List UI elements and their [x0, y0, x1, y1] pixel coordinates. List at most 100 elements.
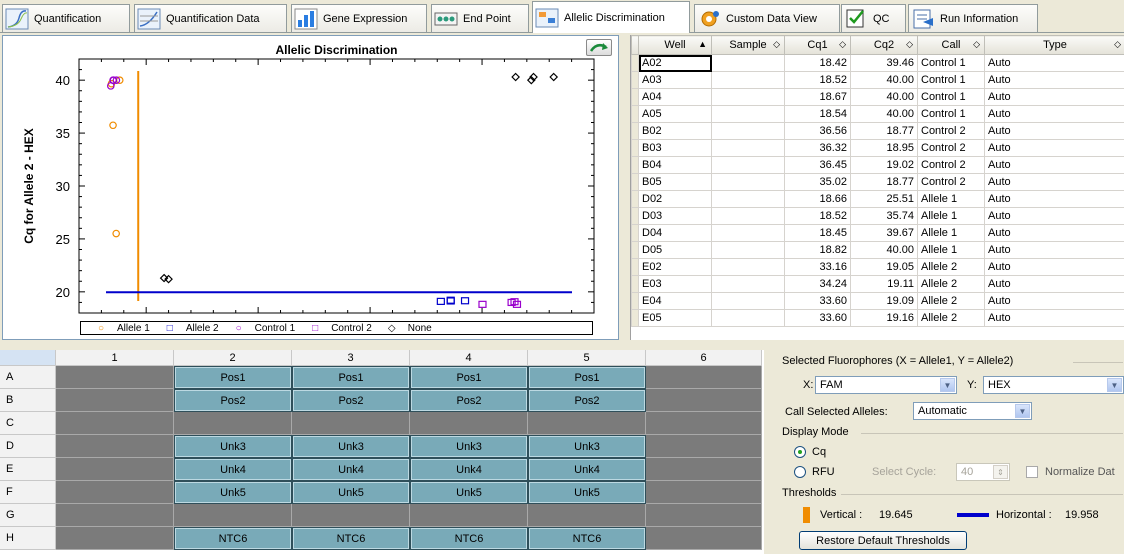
cell-type[interactable]: Auto: [984, 241, 1124, 259]
cell-call[interactable]: Allele 1: [917, 207, 985, 225]
cell-cq2[interactable]: 40.00: [850, 71, 918, 89]
sort-icon[interactable]: ◇: [839, 39, 846, 50]
cell-cq2[interactable]: 40.00: [850, 105, 918, 123]
cell-cq1[interactable]: 33.60: [784, 292, 851, 310]
column-header-cq2[interactable]: Cq2 ◇: [850, 35, 918, 55]
plate-well[interactable]: [646, 458, 762, 481]
cell-cq1[interactable]: 36.32: [784, 139, 851, 157]
select-cycle-input[interactable]: 40 ⇕: [956, 463, 1010, 481]
cell-cq1[interactable]: 36.56: [784, 122, 851, 140]
plate-well[interactable]: [174, 412, 292, 435]
plate-row-header[interactable]: D: [0, 435, 56, 458]
sort-icon[interactable]: ▲: [698, 39, 707, 49]
cell-call[interactable]: Control 2: [917, 139, 985, 157]
cell-call[interactable]: Allele 2: [917, 292, 985, 310]
plate-well[interactable]: [56, 458, 174, 481]
sort-icon[interactable]: ◇: [973, 39, 980, 50]
row-selector[interactable]: [631, 156, 639, 174]
row-selector[interactable]: [631, 190, 639, 208]
cell-cq2[interactable]: 40.00: [850, 88, 918, 106]
cell-sample[interactable]: [711, 105, 785, 123]
cell-cq1[interactable]: 18.66: [784, 190, 851, 208]
row-selector[interactable]: [631, 292, 639, 310]
plate-well[interactable]: [646, 389, 762, 412]
cell-cq1[interactable]: 18.54: [784, 105, 851, 123]
allelic-discrimination-chart[interactable]: Allelic Discrimination 20 25 30 35 40 20 25 30 35…: [3, 36, 618, 318]
plate-column-header[interactable]: 3: [292, 350, 410, 366]
cell-type[interactable]: Auto: [984, 156, 1124, 174]
cell-well[interactable]: B02: [638, 122, 712, 140]
plate-well[interactable]: [56, 504, 174, 527]
data-point-control-2[interactable]: [478, 300, 487, 308]
sort-icon[interactable]: ◇: [773, 39, 780, 50]
tab-allelic-discrimination[interactable]: Allelic Discrimination: [532, 1, 690, 33]
plate-well[interactable]: [646, 504, 762, 527]
plate-well[interactable]: Pos1: [174, 366, 292, 389]
table-row[interactable]: A03 18.52 40.00 Control 1 Auto: [631, 71, 1124, 89]
cell-type[interactable]: Auto: [984, 122, 1124, 140]
plate-well[interactable]: [56, 412, 174, 435]
row-selector[interactable]: [631, 224, 639, 242]
plate-column-header[interactable]: 6: [646, 350, 762, 366]
row-selector[interactable]: [631, 71, 639, 89]
plate-well[interactable]: [528, 412, 646, 435]
cell-sample[interactable]: [711, 71, 785, 89]
cell-type[interactable]: Auto: [984, 173, 1124, 191]
row-selector[interactable]: [631, 258, 639, 276]
cell-type[interactable]: Auto: [984, 139, 1124, 157]
cell-call[interactable]: Allele 1: [917, 224, 985, 242]
data-point-allele-1[interactable]: [109, 121, 117, 130]
tab-custom-data-view[interactable]: Custom Data View: [694, 4, 840, 32]
table-row[interactable]: D04 18.45 39.67 Allele 1 Auto: [631, 224, 1124, 242]
plate-well[interactable]: [410, 412, 528, 435]
cell-cq1[interactable]: 34.24: [784, 275, 851, 293]
row-selector[interactable]: [631, 207, 639, 225]
cq-mode-radio[interactable]: [794, 446, 806, 458]
cell-sample[interactable]: [711, 292, 785, 310]
data-point-allele-2[interactable]: [460, 297, 470, 305]
cell-cq2[interactable]: 25.51: [850, 190, 918, 208]
call-alleles-select[interactable]: Automatic ▼: [913, 402, 1032, 420]
cell-call[interactable]: Control 1: [917, 105, 985, 123]
table-row[interactable]: E04 33.60 19.09 Allele 2 Auto: [631, 292, 1124, 310]
tab-quantification-data[interactable]: Quantification Data: [134, 4, 287, 32]
cell-type[interactable]: Auto: [984, 275, 1124, 293]
cell-type[interactable]: Auto: [984, 207, 1124, 225]
cell-call[interactable]: Control 2: [917, 122, 985, 140]
plate-well[interactable]: Pos2: [528, 389, 646, 412]
cell-type[interactable]: Auto: [984, 292, 1124, 310]
cell-sample[interactable]: [711, 309, 785, 327]
cell-well[interactable]: E04: [638, 292, 712, 310]
plate-column-header[interactable]: 1: [56, 350, 174, 366]
sort-icon[interactable]: ◇: [906, 39, 913, 50]
cell-well[interactable]: A03: [638, 71, 712, 89]
cell-well[interactable]: D05: [638, 241, 712, 259]
plate-well[interactable]: [174, 504, 292, 527]
table-row[interactable]: B03 36.32 18.95 Control 2 Auto: [631, 139, 1124, 157]
table-row[interactable]: E05 33.60 19.16 Allele 2 Auto: [631, 309, 1124, 327]
row-selector[interactable]: [631, 241, 639, 259]
cell-well[interactable]: E03: [638, 275, 712, 293]
cell-sample[interactable]: [711, 190, 785, 208]
plate-row-header[interactable]: F: [0, 481, 56, 504]
plate-well[interactable]: [410, 504, 528, 527]
cell-cq2[interactable]: 39.67: [850, 224, 918, 242]
cell-call[interactable]: Allele 2: [917, 258, 985, 276]
plate-well[interactable]: NTC6: [410, 527, 528, 550]
tab-quantification[interactable]: Quantification: [2, 4, 130, 32]
cell-type[interactable]: Auto: [984, 224, 1124, 242]
plate-row-header[interactable]: E: [0, 458, 56, 481]
cell-call[interactable]: Control 1: [917, 54, 985, 72]
row-selector[interactable]: [631, 105, 639, 123]
cell-sample[interactable]: [711, 156, 785, 174]
plate-column-header[interactable]: 4: [410, 350, 528, 366]
column-header-type[interactable]: Type ◇: [984, 35, 1124, 55]
plate-row-header[interactable]: H: [0, 527, 56, 550]
row-selector[interactable]: [631, 275, 639, 293]
plate-well[interactable]: [646, 435, 762, 458]
plate-column-header[interactable]: 5: [528, 350, 646, 366]
plate-well[interactable]: Pos1: [292, 366, 410, 389]
plate-column-header[interactable]: 2: [174, 350, 292, 366]
plate-well[interactable]: NTC6: [528, 527, 646, 550]
cell-cq2[interactable]: 39.46: [850, 54, 918, 72]
